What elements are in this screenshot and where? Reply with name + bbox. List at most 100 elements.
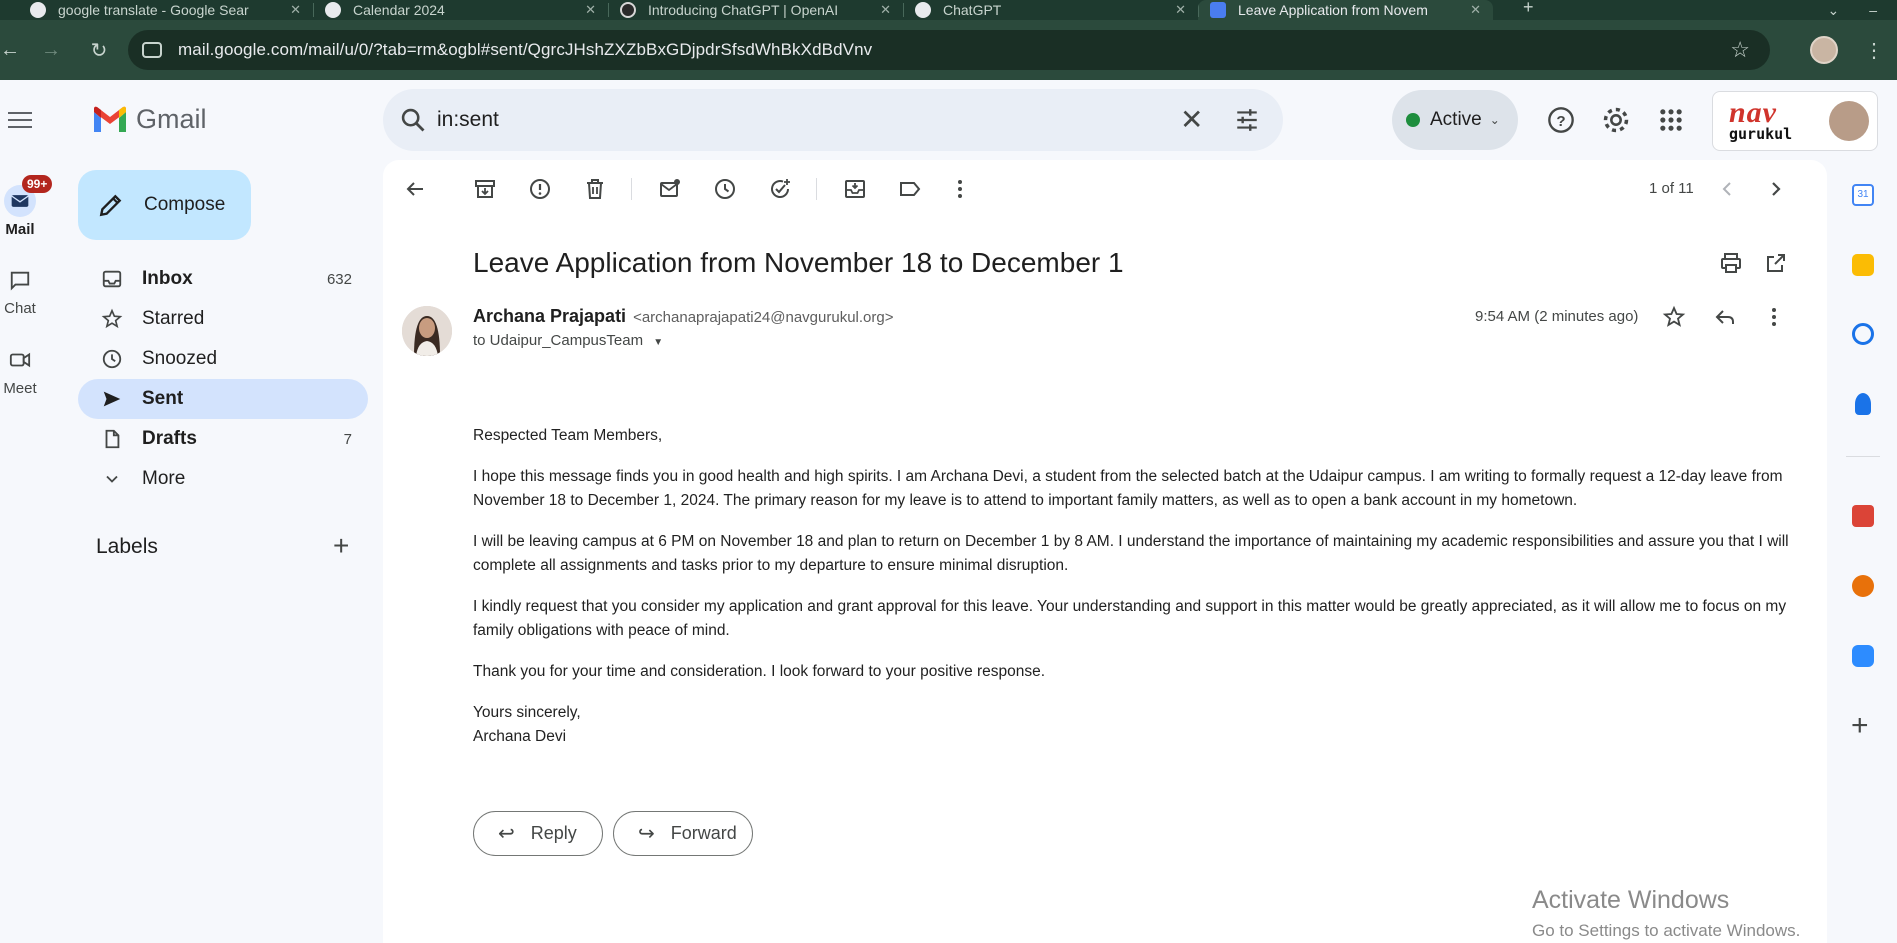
apps-grid-icon[interactable] xyxy=(1657,106,1685,134)
archive-icon[interactable] xyxy=(473,177,497,201)
reply-icon: ↩ xyxy=(498,823,515,845)
snooze-clock-icon[interactable] xyxy=(713,177,737,201)
sidebar-item-snoozed[interactable]: Snoozed xyxy=(78,339,368,379)
mark-unread-icon[interactable] xyxy=(658,177,682,201)
browser-tab[interactable]: Introducing ChatGPT | OpenAI ✕ xyxy=(608,0,903,20)
close-icon[interactable]: ✕ xyxy=(290,2,301,18)
calendar-icon xyxy=(325,2,341,18)
profile-avatar[interactable] xyxy=(1810,36,1838,64)
report-spam-icon[interactable] xyxy=(528,177,552,201)
browser-tab[interactable]: Calendar 2024 ✕ xyxy=(313,0,608,20)
message-panel: 1 of 11 Leave Application from November … xyxy=(383,160,1827,943)
print-icon[interactable] xyxy=(1719,251,1743,275)
closing-text: Yours sincerely, xyxy=(473,704,581,721)
address-bar[interactable]: mail.google.com/mail/u/0/?tab=rm&ogbl#se… xyxy=(128,30,1770,70)
status-selector[interactable]: Active ⌄ xyxy=(1392,90,1518,150)
send-icon xyxy=(100,387,124,411)
reply-icon[interactable] xyxy=(1713,305,1737,329)
window-controls: ⌄ – xyxy=(1827,0,1897,20)
add-label-icon[interactable]: + xyxy=(333,530,349,562)
settings-gear-icon[interactable] xyxy=(1602,106,1630,134)
browser-menu-icon[interactable]: ⋮ xyxy=(1864,38,1884,63)
forward-button[interactable]: ↪ Forward xyxy=(613,811,753,856)
compose-button[interactable]: Compose xyxy=(78,170,251,240)
help-icon[interactable]: ? xyxy=(1547,106,1575,134)
sidebar-item-label: Sent xyxy=(142,388,184,409)
more-vertical-icon[interactable] xyxy=(1762,305,1786,329)
close-icon[interactable]: ✕ xyxy=(1470,2,1481,18)
compose-label: Compose xyxy=(144,194,226,215)
site-info-icon[interactable] xyxy=(142,42,162,58)
addon-icon[interactable] xyxy=(1852,575,1874,597)
sidebar-item-label: More xyxy=(142,468,186,489)
forward-icon[interactable]: → xyxy=(18,39,84,62)
add-task-icon[interactable] xyxy=(768,177,792,201)
contacts-icon[interactable] xyxy=(1855,393,1871,415)
search-bar[interactable]: in:sent ✕ xyxy=(383,89,1283,151)
main-menu-icon[interactable] xyxy=(8,108,32,132)
reply-button[interactable]: ↩ Reply xyxy=(473,811,603,856)
browser-tab[interactable]: google translate - Google Sear ✕ xyxy=(18,0,313,20)
reply-label: Reply xyxy=(530,823,577,843)
chevron-right-icon[interactable] xyxy=(1764,177,1788,201)
gmail-favicon-icon xyxy=(1210,2,1226,18)
move-to-icon[interactable] xyxy=(843,177,867,201)
sidebar-item-drafts[interactable]: Drafts 7 xyxy=(78,419,368,459)
activation-watermark: Activate Windows xyxy=(1532,886,1730,914)
sidebar-item-starred[interactable]: Starred xyxy=(78,299,368,339)
account-avatar[interactable] xyxy=(1829,101,1869,141)
back-icon[interactable]: ← xyxy=(0,39,20,62)
sender-avatar[interactable] xyxy=(402,306,452,356)
tab-title: ChatGPT xyxy=(943,2,1002,18)
sender-line: Archana Prajapati <archanaprajapati24@na… xyxy=(473,306,893,327)
sender-name[interactable]: Archana Prajapati xyxy=(473,306,626,326)
rail-mail[interactable]: 99+ Mail xyxy=(0,175,53,238)
caret-down-icon[interactable]: ▼ xyxy=(653,337,663,348)
chevron-left-icon[interactable] xyxy=(1715,177,1739,201)
close-icon[interactable]: ✕ xyxy=(1175,2,1186,18)
search-icon[interactable] xyxy=(399,106,427,134)
label-tag-icon[interactable] xyxy=(898,177,922,201)
add-addon-icon[interactable]: + xyxy=(1851,709,1869,743)
search-options-icon[interactable] xyxy=(1234,107,1260,133)
minimize-icon[interactable]: – xyxy=(1869,2,1877,18)
todoist-icon[interactable] xyxy=(1852,505,1874,527)
calendar-icon[interactable]: 31 xyxy=(1852,184,1874,206)
browser-tab[interactable]: ChatGPT ✕ xyxy=(903,0,1198,20)
recipient-line[interactable]: to Udaipur_CampusTeam ▼ xyxy=(473,332,663,349)
rail-chat[interactable]: Chat xyxy=(0,264,40,317)
open-new-window-icon[interactable] xyxy=(1764,251,1788,275)
zoom-icon[interactable] xyxy=(1852,645,1874,667)
browser-tab-active[interactable]: Leave Application from Novem ✕ xyxy=(1198,0,1493,20)
rail-label: Chat xyxy=(4,300,36,317)
org-logo-subtext: gurukul xyxy=(1729,125,1793,143)
sidebar-item-more[interactable]: More xyxy=(78,459,368,499)
reload-icon[interactable]: ↻ xyxy=(84,38,114,63)
bookmark-star-icon[interactable]: ☆ xyxy=(1730,37,1750,63)
toolbar-divider xyxy=(816,178,817,200)
signature-text: Archana Devi xyxy=(473,728,567,745)
close-icon[interactable]: ✕ xyxy=(880,2,891,18)
status-dot-icon xyxy=(1406,113,1420,127)
new-tab-icon[interactable]: + xyxy=(1523,0,1534,20)
gmail-logo[interactable]: Gmail xyxy=(92,104,207,135)
close-icon[interactable]: ✕ xyxy=(585,2,596,18)
keep-icon[interactable] xyxy=(1852,254,1874,276)
more-vertical-icon[interactable] xyxy=(948,177,972,201)
back-arrow-icon[interactable] xyxy=(403,177,427,201)
account-badge[interactable]: nav gurukul xyxy=(1712,91,1878,151)
star-icon[interactable] xyxy=(1662,305,1686,329)
rail-meet[interactable]: Meet xyxy=(0,344,40,397)
rail-label: Mail xyxy=(5,221,35,238)
search-input[interactable]: in:sent xyxy=(437,108,499,132)
sidebar-item-inbox[interactable]: Inbox 632 xyxy=(78,259,368,299)
clear-search-icon[interactable]: ✕ xyxy=(1180,103,1203,136)
delete-trash-icon[interactable] xyxy=(583,177,607,201)
sidebar-item-sent[interactable]: Sent xyxy=(78,379,368,419)
tasks-icon[interactable] xyxy=(1852,323,1874,345)
tab-search-icon[interactable]: ⌄ xyxy=(1827,2,1839,19)
browser-tabstrip: google translate - Google Sear ✕ Calenda… xyxy=(0,0,1897,20)
body-paragraph: I hope this message finds you in good he… xyxy=(473,468,1783,509)
inbox-icon xyxy=(100,267,124,291)
app-name: Gmail xyxy=(136,104,207,134)
